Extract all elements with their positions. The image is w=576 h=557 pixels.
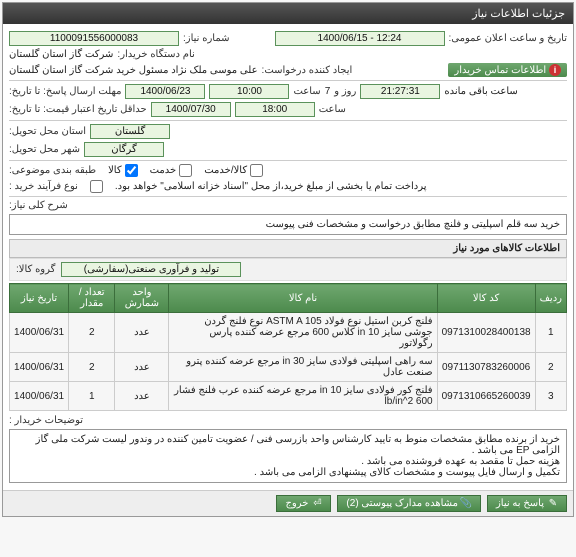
th-unit: واحد شمارش [115,284,169,313]
buyer-note-label: توضیحات خریدار : [9,415,83,426]
th-code: کد کالا [437,284,535,313]
clip-icon: 📎 [462,499,472,509]
buyer-note: خرید از برنده مطابق مشخصات منوط به تایید… [9,429,567,483]
reply-button[interactable]: ✎ پاسخ به نیاز [487,495,567,512]
creator-label: ایجاد کننده درخواست: [262,65,353,76]
buyer-org-value: شرکت گاز استان گلستان [9,49,113,60]
cb-service[interactable] [179,164,192,177]
desc-text: خرید سه قلم اسپلیتی و فلنچ مطابق درخواست… [9,214,567,235]
cb-goods[interactable] [125,164,138,177]
classify-label: طبقه بندی موضوعی: [9,165,96,176]
panel-title: جزئیات اطلاعات نیاز [3,3,573,24]
group-label: گروه کالا: [16,264,55,275]
form-section: تاریخ و ساعت اعلان عمومی: 1400/06/15 - 1… [3,24,573,490]
day-label: روز و [334,86,356,97]
exit-icon: ⏎ [312,499,322,509]
contact-label: اطلاعات تماس خریدار [454,65,546,76]
attachments-button[interactable]: 📎 مشاهده مدارک پیوستی (2) [337,495,481,512]
valid-label: حداقل تاریخ اعتبار قیمت: تا تاریخ: [9,104,147,115]
city-value: گرگان [84,142,164,157]
cb-process-label[interactable] [90,180,103,193]
reply-icon: ✎ [548,499,558,509]
items-table: ردیف کد کالا نام کالا واحد شمارش تعداد /… [9,283,567,411]
th-name: نام کالا [169,284,437,313]
cb-service-label[interactable]: خدمت [150,164,193,177]
buyer-org-label: نام دستگاه خریدار: [117,49,194,60]
items-header: اطلاعات کالاهای مورد نیاز [9,239,567,258]
countdown-value: 21:27:31 [360,84,440,99]
th-row: ردیف [535,284,566,313]
need-no-label: شماره نیاز: [183,33,230,44]
table-row: 3 0971310665260039 فلنج کور فولادی سایز … [10,382,567,411]
th-date: تاریخ نیاز [10,284,69,313]
announce-label: تاریخ و ساعت اعلان عمومی: [449,33,568,44]
province-label: استان محل تحویل: [9,126,86,137]
exit-button[interactable]: ⏎ خروج [276,495,331,512]
creator-value: علی موسی ملک نژاد مسئول خرید شرکت گاز اس… [9,65,258,76]
announce-value: 1400/06/15 - 12:24 [275,31,445,46]
th-qty: تعداد / مقدار [69,284,115,313]
city-label: شهر محل تحویل: [9,144,80,155]
time-label-2: ساعت [319,104,346,115]
process-note: پرداخت تمام یا بخشی از مبلغ خرید،از محل … [115,181,427,192]
need-no-value: 1100091556000083 [9,31,179,46]
reply-time: 10:00 [209,84,289,99]
reply-deadline-label: مهلت ارسال پاسخ: تا تاریخ: [9,86,121,97]
days-left: 7 [325,86,331,97]
desc-label: شرح کلی نیاز: [9,200,68,211]
cb-both-label[interactable]: کالا/خدمت [204,164,263,177]
time-label-1: ساعت [293,86,320,97]
contact-button[interactable]: i اطلاعات تماس خریدار [448,63,567,77]
cb-process[interactable] [90,180,103,193]
valid-time: 18:00 [235,102,315,117]
details-panel: جزئیات اطلاعات نیاز تاریخ و ساعت اعلان ع… [2,2,574,517]
info-icon: i [549,64,561,76]
table-row: 1 0971310028400138 فلنج کربن استیل نوع ف… [10,313,567,353]
process-label: نوع فرآیند خرید : [9,181,78,192]
cb-both[interactable] [250,164,263,177]
remaining-text: ساعت باقی مانده [444,86,517,97]
group-value: تولید و فرآوری صنعتی(سفارشی) [61,262,241,277]
province-value: گلستان [90,124,170,139]
cb-goods-label[interactable]: کالا [108,164,138,177]
valid-date: 1400/07/30 [151,102,231,117]
table-row: 2 0971130783260006 سه راهی اسپلیتی فولاد… [10,353,567,382]
bottom-bar: ✎ پاسخ به نیاز 📎 مشاهده مدارک پیوستی (2)… [3,490,573,516]
reply-date: 1400/06/23 [125,84,205,99]
